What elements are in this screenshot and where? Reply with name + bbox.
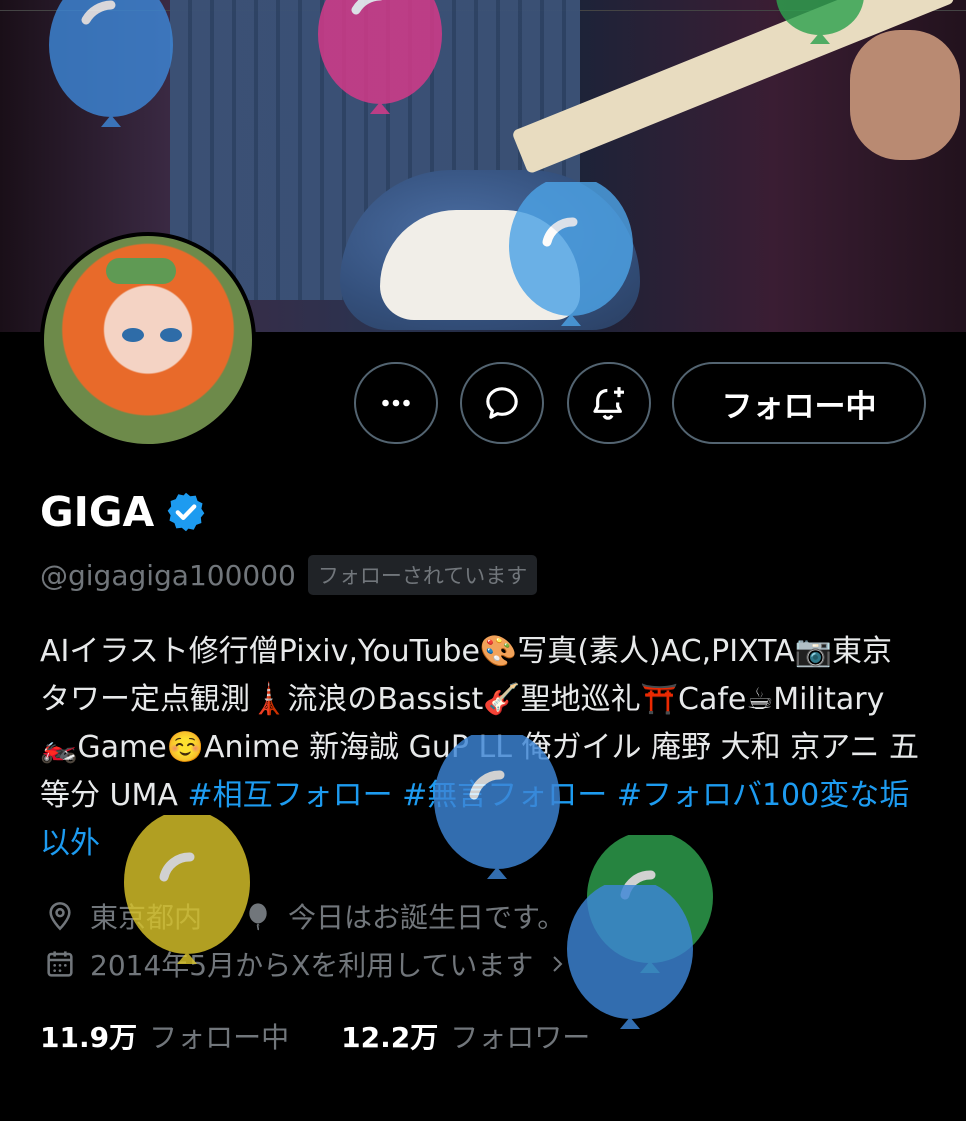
- balloon-icon: [318, 0, 442, 114]
- banner-hand: [850, 30, 960, 160]
- message-icon: [486, 387, 518, 419]
- user-handle: @gigagiga100000: [40, 558, 296, 592]
- follows-you-badge: フォローされています: [307, 555, 538, 595]
- following-button[interactable]: フォロー中: [672, 362, 926, 444]
- followers-count[interactable]: 12.2万: [341, 1016, 438, 1056]
- profile-avatar[interactable]: [40, 232, 256, 448]
- notification-add-icon: [593, 387, 624, 420]
- avatar-eye-left: [122, 328, 144, 342]
- following-button-label: フォロー中: [721, 388, 877, 425]
- verified-badge-icon[interactable]: [164, 490, 208, 534]
- profile-name-row: GIGA: [40, 488, 208, 536]
- avatar-hair-bow: [106, 258, 176, 284]
- follow-stats: 11.9万 フォロー中 12.2万 フォロワー: [40, 1016, 590, 1056]
- birthday-text: 今日はお誕生日です。: [288, 901, 566, 934]
- bio-hashtag[interactable]: #相互フォロー: [187, 778, 392, 813]
- balloon-icon: [567, 885, 693, 1029]
- balloon-icon: [124, 815, 250, 964]
- message-button[interactable]: [460, 362, 544, 444]
- following-label[interactable]: フォロー中: [149, 1016, 289, 1056]
- balloon-icon: [509, 182, 633, 326]
- more-icon: [382, 399, 410, 407]
- notifications-button[interactable]: [567, 362, 651, 444]
- balloon-icon: [434, 735, 560, 879]
- location-pin-icon: [49, 902, 71, 931]
- balloon-icon: [776, 0, 864, 44]
- handle-row: @gigagiga100000 フォローされています: [40, 555, 538, 595]
- avatar-eye-right: [160, 328, 182, 342]
- display-name: GIGA: [40, 488, 155, 536]
- balloon-icon: [49, 0, 173, 127]
- more-button[interactable]: [354, 362, 438, 444]
- calendar-icon: [47, 951, 73, 977]
- following-count[interactable]: 11.9万: [40, 1016, 137, 1056]
